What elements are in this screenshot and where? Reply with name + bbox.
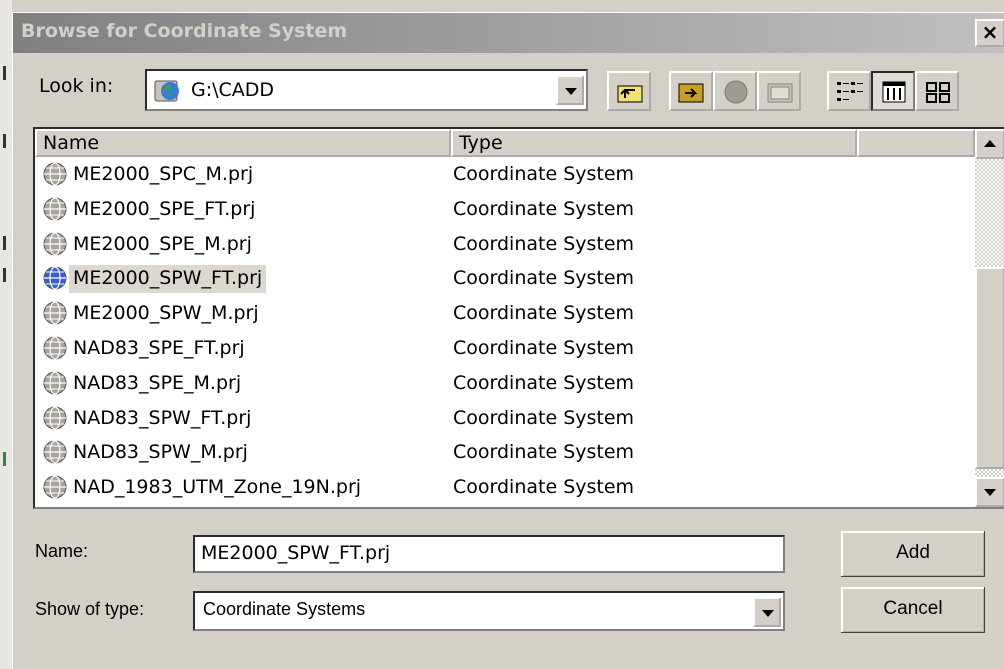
globe-icon bbox=[43, 301, 67, 325]
column-header-type[interactable]: Type bbox=[451, 129, 857, 157]
connect-folder-button[interactable] bbox=[669, 71, 713, 111]
globe-icon bbox=[43, 405, 67, 430]
globe-icon bbox=[43, 197, 67, 221]
details-view-icon bbox=[882, 81, 906, 103]
list-item[interactable]: NAD83_SPW_M.prj Coordinate System bbox=[35, 435, 975, 469]
vertical-scrollbar[interactable] bbox=[975, 129, 1004, 507]
file-name: NAD_1983_UTM_Zone_19N.prj bbox=[73, 476, 362, 499]
column-header-extra[interactable] bbox=[857, 129, 975, 157]
globe-icon bbox=[43, 162, 67, 186]
file-name: NAD83_SPE_M.prj bbox=[73, 371, 242, 394]
file-name: ME2000_SPC_M.prj bbox=[73, 163, 254, 185]
file-type: Coordinate System bbox=[453, 441, 635, 464]
globe-icon bbox=[43, 371, 67, 395]
file-list[interactable]: Name Type ME2000_SPC_M.prj Coordinate Sys… bbox=[33, 127, 1004, 509]
disconnect-button[interactable] bbox=[713, 71, 757, 111]
list-item[interactable]: ME2000_SPE_M.prj Coordinate System bbox=[35, 227, 975, 261]
background-mark bbox=[3, 452, 6, 466]
close-button[interactable]: × bbox=[975, 19, 1004, 47]
details-view-button[interactable] bbox=[871, 71, 915, 111]
file-name: ME2000_SPE_FT.prj bbox=[73, 197, 256, 220]
list-view-icon bbox=[837, 82, 863, 101]
list-item[interactable]: NAD83_SPE_FT.prj Coordinate System bbox=[35, 331, 975, 365]
list-item[interactable]: NAD83_SPW_FT.prj Coordinate System bbox=[35, 401, 975, 435]
file-type: Coordinate System bbox=[453, 406, 635, 429]
show-of-type-label: Show of type: bbox=[35, 599, 145, 619]
file-type: Coordinate System bbox=[453, 267, 635, 290]
properties-button[interactable] bbox=[757, 71, 801, 111]
list-item[interactable]: ME2000_SPW_FT.prj Coordinate System bbox=[35, 261, 975, 295]
look-in-label: Look in: bbox=[39, 75, 114, 97]
globe-icon bbox=[43, 266, 67, 290]
list-item[interactable]: ME2000_SPE_FT.prj Coordinate System bbox=[35, 192, 975, 226]
file-name: NAD83_SPW_FT.prj bbox=[73, 406, 252, 429]
list-view-button[interactable] bbox=[827, 71, 871, 111]
properties-icon bbox=[767, 83, 793, 103]
cancel-button[interactable]: Cancel bbox=[841, 587, 985, 633]
background-mark bbox=[3, 134, 6, 148]
list-item[interactable]: ME2000_SPC_M.prj Coordinate System bbox=[35, 157, 975, 191]
connect-folder-icon bbox=[678, 83, 704, 103]
name-field[interactable]: ME2000_SPW_FT.prj bbox=[193, 535, 785, 573]
name-label: Name: bbox=[35, 541, 89, 561]
network-drive-icon bbox=[154, 80, 179, 102]
background-mark bbox=[3, 236, 6, 250]
file-name: NAD83_SPE_FT.prj bbox=[73, 337, 245, 359]
file-name: ME2000_SPW_FT.prj bbox=[69, 265, 267, 294]
type-dropdown[interactable]: Coordinate Systems bbox=[193, 591, 785, 631]
list-item[interactable]: NAD_1983_UTM_Zone_19N.prj Coordinate Syst… bbox=[35, 470, 975, 504]
file-type: Coordinate System bbox=[453, 232, 635, 255]
disconnect-icon bbox=[724, 80, 748, 104]
file-type: Coordinate System bbox=[453, 197, 635, 220]
type-dropdown-value: Coordinate Systems bbox=[203, 599, 366, 619]
file-type: Coordinate System bbox=[453, 476, 635, 499]
add-button[interactable]: Add bbox=[841, 531, 985, 577]
up-one-level-icon bbox=[617, 85, 643, 103]
thumbnails-view-button[interactable] bbox=[915, 71, 959, 111]
file-type: Coordinate System bbox=[453, 371, 635, 394]
dialog-title: Browse for Coordinate System bbox=[21, 20, 348, 42]
file-name: ME2000_SPE_M.prj bbox=[73, 232, 252, 255]
browse-dialog: Browse for Coordinate System × Look in: … bbox=[12, 12, 1004, 669]
list-item[interactable]: NAD83_SPE_M.prj Coordinate System bbox=[35, 366, 975, 400]
background-mark bbox=[3, 268, 6, 282]
scroll-up-button[interactable] bbox=[975, 129, 1004, 159]
title-bar[interactable]: Browse for Coordinate System × bbox=[13, 13, 1004, 53]
scroll-thumb[interactable] bbox=[975, 267, 1004, 469]
globe-icon bbox=[43, 336, 67, 360]
globe-icon bbox=[43, 475, 67, 499]
globe-icon bbox=[43, 440, 67, 464]
file-name: NAD83_SPW_M.prj bbox=[73, 441, 248, 464]
globe-icon bbox=[43, 231, 67, 256]
chevron-down-icon[interactable] bbox=[556, 75, 584, 105]
column-header-name[interactable]: Name bbox=[35, 129, 451, 157]
background-mark bbox=[3, 66, 6, 80]
look-in-value: G:\CADD bbox=[191, 79, 275, 101]
file-type: Coordinate System bbox=[453, 337, 635, 359]
file-type: Coordinate System bbox=[453, 163, 635, 185]
up-one-level-button[interactable] bbox=[607, 71, 651, 111]
file-type: Coordinate System bbox=[453, 302, 635, 325]
scroll-down-button[interactable] bbox=[975, 477, 1004, 507]
look-in-dropdown[interactable]: G:\CADD bbox=[145, 69, 588, 111]
list-item[interactable]: ME2000_SPW_M.prj Coordinate System bbox=[35, 296, 975, 330]
thumbnails-view-icon bbox=[926, 82, 950, 103]
chevron-down-icon[interactable] bbox=[753, 597, 781, 627]
background-window-edge bbox=[0, 0, 12, 669]
file-name: ME2000_SPW_M.prj bbox=[73, 302, 259, 325]
